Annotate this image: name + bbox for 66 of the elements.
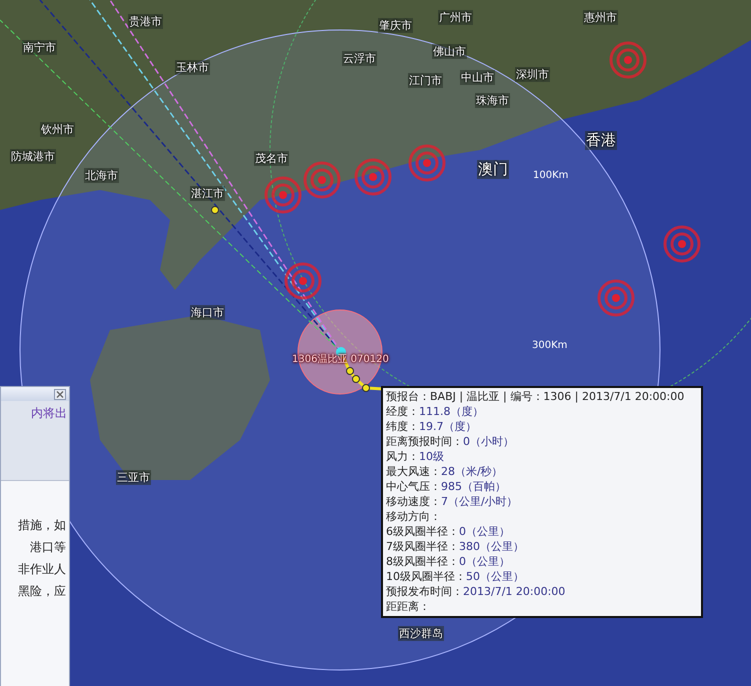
map-place-label: 北海市 [84, 168, 119, 183]
close-button[interactable] [54, 388, 66, 400]
map-place-label: 江门市 [408, 73, 443, 88]
map-place-label: 西沙群岛 [398, 626, 444, 641]
info-value: 985（百帕） [441, 479, 506, 494]
info-label: 纬度： [386, 419, 419, 434]
radar-echo-icon [664, 226, 700, 262]
info-label: 10级风圈半径： [386, 569, 466, 584]
map-place-label: 贵港市 [128, 14, 163, 29]
info-label: 中心气压： [386, 479, 441, 494]
info-label: 预报发布时间： [386, 584, 463, 599]
map-place-label: 钦州市 [40, 122, 75, 137]
radar-echo-icon [354, 158, 392, 196]
info-value: 2013/7/1 20:00:00 [463, 584, 566, 599]
map-place-label: 玉林市 [175, 60, 210, 75]
map-place-label: 南宁市 [22, 40, 57, 55]
info-label: 距距离： [386, 599, 430, 614]
info-value: 19.7（度） [419, 419, 476, 434]
info-label: 经度： [386, 404, 419, 419]
info-label: 6级风圈半径： [386, 524, 459, 539]
info-value: 380（公里） [459, 539, 524, 554]
info-value: 0（公里） [459, 554, 510, 569]
info-label: 8级风圈半径： [386, 554, 459, 569]
info-value: 50（公里） [466, 569, 524, 584]
tooltip-header: 预报台：BABJ | 温比亚 | 编号：1306 | 2013/7/1 20:00:00 [386, 389, 686, 404]
info-label: 距离预报时间： [386, 434, 463, 449]
map-place-label: 湛江市 [190, 186, 225, 201]
info-value: 10级 [419, 449, 444, 464]
map-place-label: 深圳市 [515, 67, 550, 82]
map-place-label: 三亚市 [116, 470, 151, 485]
map-place-label: 珠海市 [475, 93, 510, 108]
warning-text-line: 黑险，应 [18, 583, 66, 600]
radar-echo-icon [408, 144, 446, 182]
info-label: 7级风圈半径： [386, 539, 459, 554]
panel-heading: 内将出 [30, 405, 68, 422]
info-label: 风力： [386, 449, 419, 464]
close-icon [56, 390, 64, 398]
map-place-label: 防城港市 [10, 149, 56, 164]
info-value: 0（小时） [463, 434, 514, 449]
map-place-label: 茂名市 [254, 151, 289, 166]
warning-text-line: 措施，如 [18, 517, 66, 534]
info-label: 最大风速： [386, 464, 441, 479]
info-value: 111.8（度） [419, 404, 484, 419]
range-ring-label: 100Km [533, 170, 568, 181]
info-label: 移动速度： [386, 494, 441, 509]
map-place-label: 云浮市 [342, 51, 377, 66]
map-place-label: 广州市 [438, 10, 473, 25]
info-value: 7（公里/小时） [441, 494, 518, 509]
info-value: 28（米/秒） [441, 464, 503, 479]
info-value: 0（公里） [459, 524, 510, 539]
info-label: 移动方向： [386, 509, 441, 524]
map-place-label: 惠州市 [583, 10, 618, 25]
range-ring-label: 300Km [532, 340, 568, 351]
map-place-label: 佛山市 [432, 44, 467, 59]
warning-text-line: 非作业人 [18, 561, 66, 578]
warning-text-line: 港口等 [30, 539, 66, 556]
radar-echo-icon [284, 262, 322, 300]
map-place-label: 肇庆市 [378, 18, 413, 33]
map-place-label: 香港 [585, 131, 617, 150]
radar-echo-icon [304, 162, 340, 198]
map-place-label: 澳门 [477, 160, 509, 179]
map-place-label: 海口市 [190, 305, 225, 320]
radar-echo-icon [264, 176, 302, 214]
radar-echo-icon [598, 280, 634, 316]
map-place-label: 中山市 [460, 70, 495, 85]
radar-echo-icon [610, 42, 646, 78]
